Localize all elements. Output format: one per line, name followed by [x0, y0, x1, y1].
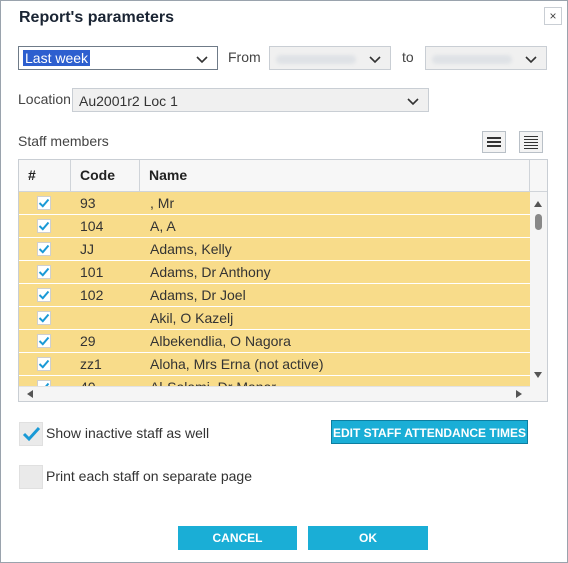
scroll-thumb[interactable] — [535, 214, 542, 230]
check-icon — [22, 426, 41, 442]
row-check-icon[interactable] — [37, 242, 51, 256]
row-check-icon[interactable] — [37, 288, 51, 302]
row-code: 104 — [80, 218, 104, 234]
list-view-button[interactable] — [482, 131, 506, 153]
from-date-blurred — [276, 55, 356, 64]
row-name: Akil, O Kazelj — [150, 310, 234, 326]
chevron-down-icon — [407, 98, 419, 106]
table-row[interactable]: 29 Albekendlia, O Nagora — [19, 330, 530, 353]
close-button[interactable]: × — [544, 7, 562, 25]
show-inactive-checkbox[interactable] — [19, 422, 43, 446]
chevron-down-icon — [196, 56, 208, 64]
grid-header: # Code Name — [19, 160, 547, 192]
row-code: 93 — [80, 195, 96, 211]
row-check-icon[interactable] — [37, 196, 51, 210]
chevron-down-icon — [369, 56, 381, 64]
print-separate-checkbox[interactable] — [19, 465, 43, 489]
scroll-right-icon[interactable] — [516, 390, 522, 398]
edit-staff-attendance-times-button[interactable]: EDIT STAFF ATTENDANCE TIMES — [331, 420, 528, 444]
table-row[interactable]: 102 Adams, Dr Joel — [19, 284, 530, 307]
to-date-blurred — [432, 55, 512, 64]
from-label: From — [228, 49, 261, 65]
row-name: , Mr — [150, 195, 175, 211]
staff-members-label: Staff members — [18, 133, 109, 149]
row-check-icon[interactable] — [37, 265, 51, 279]
compact-view-button[interactable] — [519, 131, 543, 153]
row-code: 40 — [80, 376, 96, 386]
row-check-icon[interactable] — [37, 219, 51, 233]
column-header-code[interactable]: Code — [71, 160, 140, 191]
column-header-name[interactable]: Name — [140, 160, 530, 191]
grid-rows: 93 , Mr 104 A, A JJ Adams, Kelly 101 Adams, Dr … — [19, 192, 530, 386]
chevron-down-icon — [525, 56, 537, 64]
row-name: Al-Salami, Dr Manar — [150, 376, 276, 386]
table-row[interactable]: 40 Al-Salami, Dr Manar — [19, 376, 530, 386]
show-inactive-label[interactable]: Show inactive staff as well — [46, 425, 209, 441]
location-value: Au2001r2 Loc 1 — [79, 93, 178, 109]
row-code: zz1 — [80, 356, 102, 372]
location-label: Location — [18, 91, 71, 107]
table-row[interactable]: zz1 Aloha, Mrs Erna (not active) — [19, 353, 530, 376]
scroll-left-icon[interactable] — [27, 390, 33, 398]
row-check-icon[interactable] — [37, 334, 51, 348]
location-select[interactable]: Au2001r2 Loc 1 — [72, 88, 429, 112]
row-check-icon[interactable] — [37, 357, 51, 371]
dialog-title: Report's parameters — [19, 9, 174, 26]
row-name: A, A — [150, 218, 176, 234]
row-name: Albekendlia, O Nagora — [150, 333, 291, 349]
row-name: Adams, Kelly — [150, 241, 232, 257]
to-label: to — [402, 49, 414, 65]
horizontal-scrollbar[interactable] — [19, 386, 530, 401]
ok-button[interactable]: OK — [308, 526, 428, 550]
row-name: Adams, Dr Anthony — [150, 264, 271, 280]
report-parameters-dialog: Report's parameters × Last week From to … — [0, 0, 568, 563]
row-check-icon[interactable] — [37, 311, 51, 325]
compact-view-icon — [524, 136, 538, 137]
table-row[interactable]: 104 A, A — [19, 215, 530, 238]
table-row[interactable]: JJ Adams, Kelly — [19, 238, 530, 261]
vertical-scrollbar[interactable] — [530, 192, 547, 386]
row-code: 101 — [80, 264, 104, 280]
to-date-select[interactable] — [425, 46, 547, 70]
row-code: 102 — [80, 287, 104, 303]
row-name: Adams, Dr Joel — [150, 287, 246, 303]
cancel-button[interactable]: CANCEL — [178, 526, 297, 550]
list-view-icon — [487, 137, 501, 139]
row-code: 29 — [80, 333, 96, 349]
table-row[interactable]: 101 Adams, Dr Anthony — [19, 261, 530, 284]
close-icon: × — [549, 9, 557, 23]
scrollbar-corner — [530, 386, 547, 401]
table-row[interactable]: 93 , Mr — [19, 192, 530, 215]
period-value: Last week — [23, 50, 91, 66]
row-name: Aloha, Mrs Erna (not active) — [150, 356, 324, 372]
table-row[interactable]: Akil, O Kazelj — [19, 307, 530, 330]
scroll-up-icon[interactable] — [534, 201, 542, 207]
print-separate-label[interactable]: Print each staff on separate page — [46, 468, 252, 484]
row-code: JJ — [80, 241, 94, 257]
scroll-down-icon[interactable] — [534, 372, 542, 378]
column-header-number[interactable]: # — [19, 160, 71, 191]
period-select[interactable]: Last week — [18, 46, 218, 70]
from-date-select[interactable] — [269, 46, 391, 70]
staff-grid: # Code Name 93 , Mr 104 A, A JJ Adams, Kelly 1… — [18, 159, 548, 402]
